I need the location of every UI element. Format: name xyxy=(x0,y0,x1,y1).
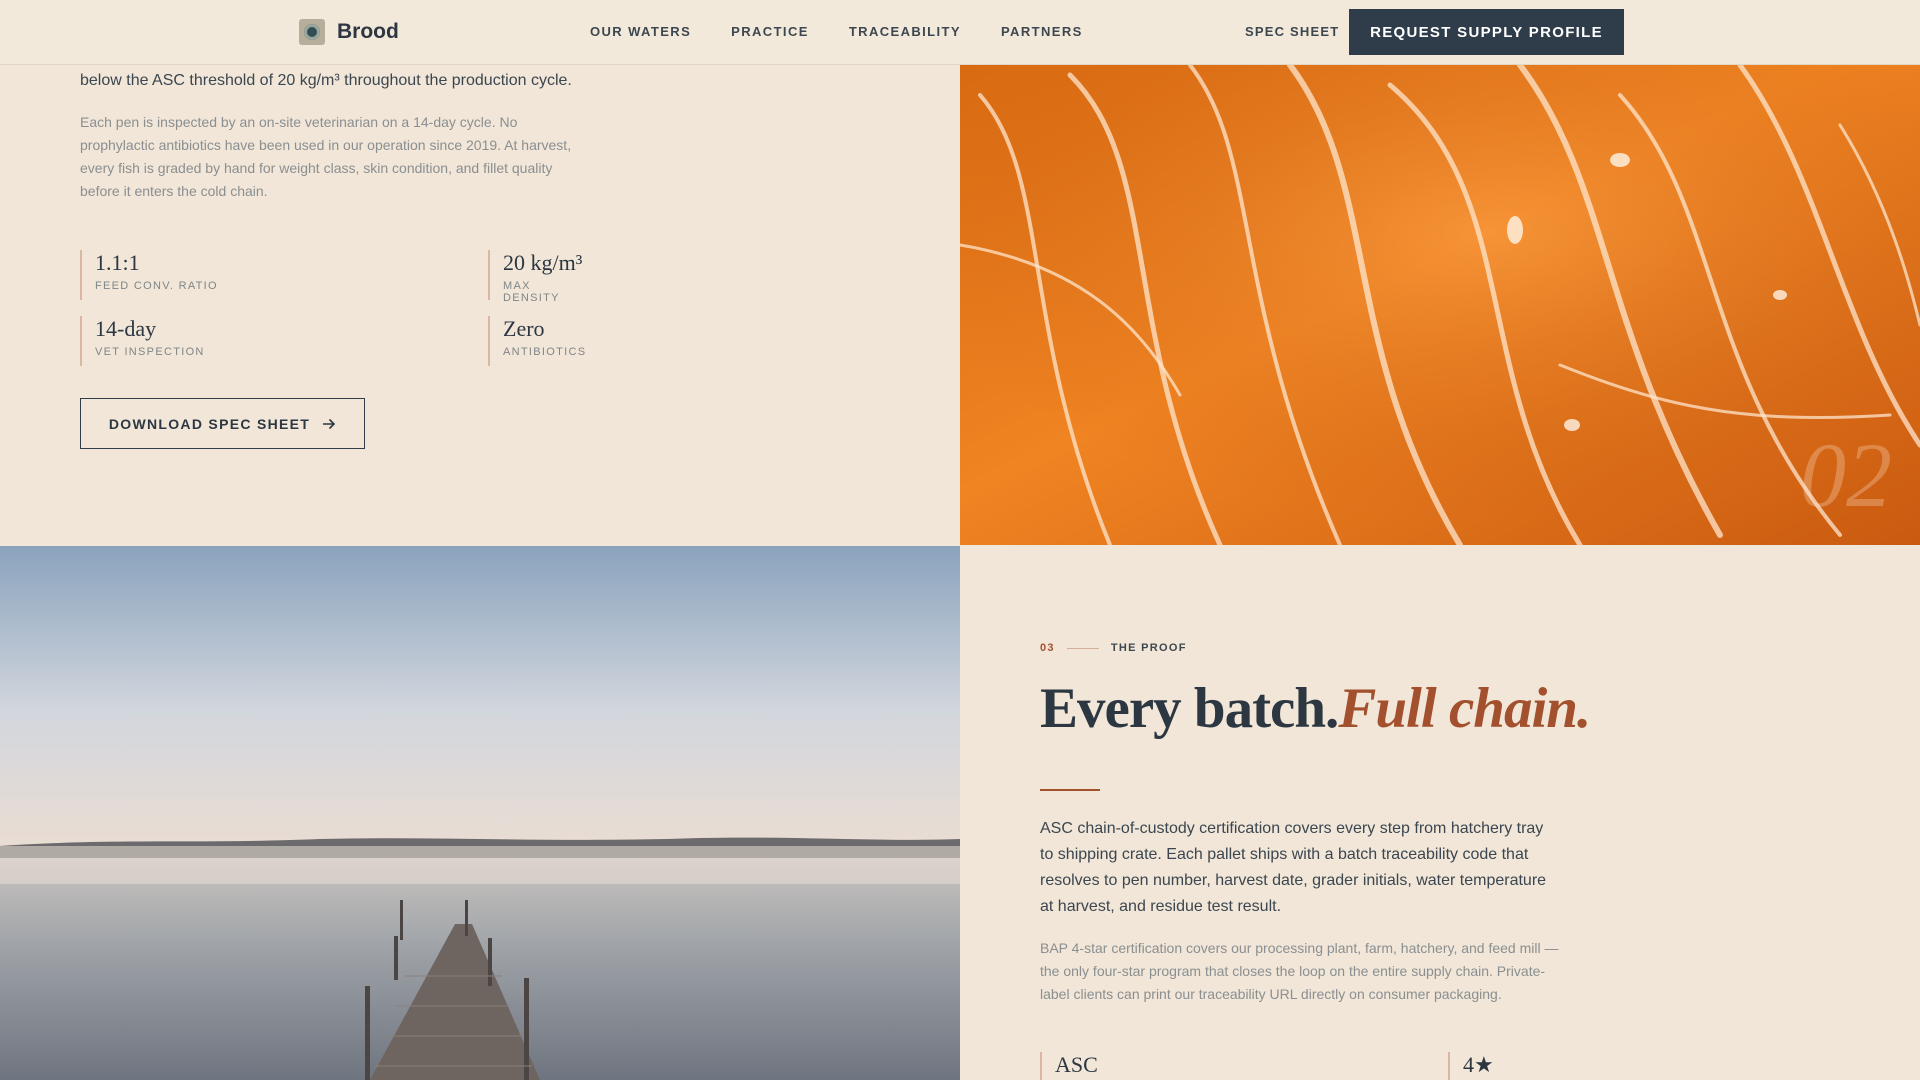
eyebrow-divider xyxy=(1066,647,1099,649)
nav-link-traceability[interactable]: TRACEABILITY xyxy=(849,24,961,39)
download-spec-sheet-label: DOWNLOAD SPEC SHEET xyxy=(108,415,311,432)
proof-headline: Every batch.Full chain. xyxy=(1040,676,1591,741)
request-supply-profile-button[interactable]: REQUEST SUPPLY PROFILE xyxy=(1349,9,1624,55)
stat-label: FEED CONV. RATIO xyxy=(95,280,218,292)
proof-body: BAP 4-star certification covers our proc… xyxy=(1040,940,1559,1002)
brand-mark-icon xyxy=(299,19,325,45)
proof-lead: ASC chain-of-custody certification cover… xyxy=(1040,820,1547,915)
stat-feed-conversion: 1.1:1 FEED CONV. RATIO xyxy=(80,250,218,300)
section-eyebrow: 03 THE PROOF xyxy=(1040,642,1187,654)
stat-antibiotics: Zero ANTIBIOTICS xyxy=(488,316,586,366)
stat-value: 1.1:1 xyxy=(95,250,140,275)
proof-stats: ASC 4★ xyxy=(1040,1052,1550,1080)
brand-logo[interactable]: Brood xyxy=(299,19,399,45)
nav-link-our-waters[interactable]: OUR WATERS xyxy=(590,24,691,39)
stat-vet-inspection: 14-day VET INSPECTION xyxy=(80,316,205,366)
stat-value: 14-day xyxy=(95,316,157,341)
nav-link-partners[interactable]: PARTNERS xyxy=(1001,24,1083,39)
section-number: 03 xyxy=(1040,642,1055,654)
stat-label: VET INSPECTION xyxy=(95,346,205,358)
stat-four-star: 4★ xyxy=(1448,1052,1494,1080)
salmon-fillet-image: 02 xyxy=(960,65,1920,545)
stat-value: 20 kg/m³ xyxy=(503,250,583,275)
section-label: THE PROOF xyxy=(1110,642,1187,654)
top-nav: Brood OUR WATERS PRACTICE TRACEABILITY P… xyxy=(0,0,1920,65)
practice-lead: below the ASC threshold of 20 kg/m³ thro… xyxy=(80,72,572,89)
stat-value: ASC xyxy=(1055,1052,1098,1077)
practice-stats: 1.1:1 FEED CONV. RATIO 20 kg/m³ MAX DENS… xyxy=(80,250,590,366)
arrow-right-icon xyxy=(323,418,336,429)
image-number: 02 xyxy=(1800,424,1892,526)
lake-dock-image xyxy=(0,546,960,1080)
stat-value: 4★ xyxy=(1463,1052,1494,1077)
stat-asc: ASC xyxy=(1040,1052,1098,1080)
nav-link-practice[interactable]: PRACTICE xyxy=(731,24,809,39)
stat-label: ANTIBIOTICS xyxy=(503,346,587,358)
stat-value: Zero xyxy=(503,316,545,341)
brand-name: Brood xyxy=(337,20,399,43)
stat-label: MAX DENSITY xyxy=(503,280,560,304)
headline-plain: Every batch. xyxy=(1040,677,1339,740)
headline-accent: Full chain. xyxy=(1338,677,1591,740)
nav-spec-sheet-link[interactable]: SPEC SHEET xyxy=(1245,24,1339,39)
nav-links: OUR WATERS PRACTICE TRACEABILITY PARTNER… xyxy=(590,24,1083,39)
stat-max-density: 20 kg/m³ MAX DENSITY xyxy=(488,250,590,304)
download-spec-sheet-button[interactable]: DOWNLOAD SPEC SHEET xyxy=(80,398,365,449)
practice-body: Each pen is inspected by an on-site vete… xyxy=(80,114,572,199)
headline-rule xyxy=(1040,789,1100,791)
